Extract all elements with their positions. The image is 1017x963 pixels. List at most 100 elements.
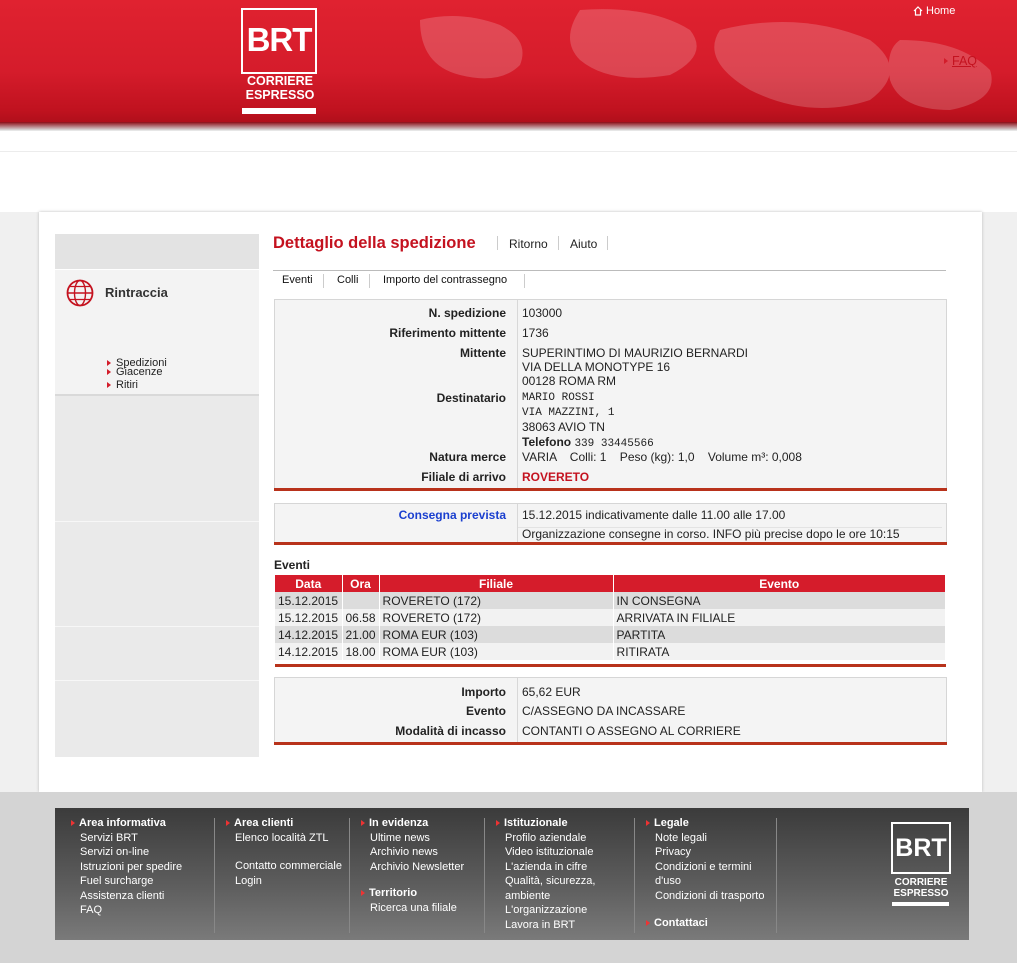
footer-heading[interactable]: In evidenza (361, 816, 485, 831)
footer-heading-label: In evidenza (369, 817, 429, 829)
sidebar-item-label: Ritiri (116, 379, 138, 391)
sidebar-divider (55, 395, 259, 396)
detail-value: SUPERINTIMO DI MAURIZIO BERNARDI VIA DEL… (522, 346, 748, 388)
home-link[interactable]: Home (913, 5, 955, 17)
bullet-arrow-icon (646, 920, 650, 927)
footer-link[interactable]: L'organizzazione (505, 903, 615, 918)
shipment-details-panel: N. spedizione 103000 Riferimento mittent… (274, 299, 947, 491)
footer-heading[interactable]: Legale (646, 816, 775, 831)
footer-divider (634, 818, 635, 933)
table-row: 14.12.2015 18.00 ROMA EUR (103) RITIRATA (275, 643, 947, 660)
footer-link[interactable]: Video istituzionale (505, 845, 615, 860)
brt-logo-line1: CORRIERE (247, 74, 313, 88)
footer-divider (349, 818, 350, 933)
panel-accent-bar (274, 488, 947, 491)
cell-data: 14.12.2015 (275, 643, 343, 660)
brt-logo-text: CORRIERE ESPRESSO (241, 74, 319, 102)
footer-link[interactable]: Ultime news (370, 831, 485, 846)
footer-link[interactable]: FAQ (80, 903, 220, 918)
brt-logo-line2: ESPRESSO (245, 88, 315, 102)
detail-value: 1736 (522, 326, 549, 340)
delivery-label: Consegna prevista (398, 508, 506, 522)
aiuto-link[interactable]: Aiuto (570, 237, 597, 251)
footer-link[interactable]: Servizi BRT (80, 831, 220, 846)
footer-link[interactable]: Contatto commerciale (235, 859, 350, 874)
cell-data: 14.12.2015 (275, 626, 343, 643)
footer-heading[interactable]: Area informativa (71, 816, 220, 831)
column-header-data: Data (275, 575, 343, 592)
footer-link[interactable]: Archivio Newsletter (370, 860, 485, 875)
link-separator (558, 236, 559, 250)
footer-heading[interactable]: Istituzionale (496, 816, 615, 831)
footer-heading-label: Area informativa (79, 817, 166, 829)
sidebar-item-label: Giacenze (116, 366, 163, 378)
footer-link[interactable]: Qualità, sicurezza, ambiente (505, 874, 615, 903)
footer-heading[interactable]: Contattaci (646, 916, 775, 931)
sidebar-item-ritiri[interactable]: Ritiri (107, 379, 138, 391)
tab-colli[interactable]: Colli (337, 274, 358, 286)
footer-link[interactable]: Ricerca una filiale (370, 901, 485, 916)
footer-link[interactable]: Profilo aziendale (505, 831, 615, 846)
bullet-arrow-icon (361, 890, 365, 897)
tab-eventi[interactable]: Eventi (282, 274, 313, 286)
bullet-arrow-icon (107, 369, 111, 375)
footer-brt-logo[interactable]: BRT CORRIERE ESPRESSO (891, 822, 951, 912)
cell-filiale: ROVERETO (172) (379, 609, 614, 626)
detail-value: ROVERETO (522, 470, 590, 484)
footer-heading[interactable]: Area clienti (226, 816, 350, 831)
footer-link[interactable]: Condizioni e termini d'uso (655, 860, 775, 889)
footer-divider (484, 818, 485, 933)
footer-link[interactable]: Fuel surcharge (80, 874, 220, 889)
footer-link[interactable]: Servizi on-line (80, 845, 220, 860)
faq-top-link[interactable]: FAQ (944, 54, 977, 68)
detail-label: Importo (461, 685, 506, 699)
footer-logo-mark: BRT (891, 822, 951, 874)
sidebar-divider (55, 626, 259, 627)
footer-logo-line2: ESPRESSO (893, 888, 949, 899)
title-separator (497, 236, 498, 250)
faq-label[interactable]: FAQ (952, 54, 977, 68)
cell-data: 15.12.2015 (275, 609, 343, 626)
footer-logo-underline (892, 902, 949, 906)
footer-heading-label: Istituzionale (504, 817, 568, 829)
detail-value: 103000 (522, 306, 563, 320)
footer-link[interactable]: Condizioni di trasporto (655, 889, 775, 904)
footer-link[interactable]: Privacy (655, 845, 775, 860)
panel-column-divider (517, 678, 518, 742)
cell-ora: 06.58 (342, 609, 380, 626)
tab-importo-contrassegno[interactable]: Importo del contrassegno (383, 274, 507, 286)
footer-link[interactable]: Assistenza clienti (80, 889, 220, 904)
ritorno-link[interactable]: Ritorno (509, 237, 548, 251)
cell-evento: ARRIVATA IN FILIALE (613, 609, 947, 626)
mittente-line3: 00128 ROMA RM (522, 374, 617, 388)
footer-link[interactable]: Lavora in BRT (505, 918, 615, 933)
events-header-row: Data Ora Filiale Evento (275, 575, 947, 592)
brt-logo[interactable]: BRT CORRIERE ESPRESSO (241, 8, 317, 116)
table-row: 15.12.2015 06.58 ROVERETO (172) ARRIVATA… (275, 609, 947, 626)
globe-icon (66, 279, 94, 307)
delivery-line1: 15.12.2015 indicativamente dalle 11.00 a… (522, 508, 786, 522)
footer-heading[interactable]: Territorio (361, 886, 485, 901)
column-header-ora: Ora (342, 575, 380, 592)
footer-col-istituzionale: Istituzionale Profilo aziendale Video is… (496, 816, 615, 933)
footer-logo-line1: CORRIERE (894, 877, 948, 888)
footer-link[interactable]: L'azienda in cifre (505, 860, 615, 875)
sidebar-item-giacenze[interactable]: Giacenze (107, 366, 162, 378)
brt-logo-underline (242, 108, 316, 114)
mittente-line1: SUPERINTIMO DI MAURIZIO BERNARDI (522, 346, 749, 360)
phone-value: 339 33445566 (574, 437, 654, 450)
bullet-arrow-icon (71, 820, 75, 827)
footer-link[interactable]: Login (235, 874, 350, 889)
detail-label: N. spedizione (428, 306, 506, 320)
footer-col-in-evidenza: In evidenza Ultime news Archivio news Ar… (361, 816, 485, 916)
footer-link[interactable]: Note legali (655, 831, 775, 846)
events-title: Eventi (274, 558, 311, 572)
bullet-arrow-icon (361, 820, 365, 827)
bullet-arrow-icon (496, 820, 500, 827)
column-header-evento: Evento (613, 575, 947, 592)
detail-label: Modalità di incasso (395, 724, 506, 738)
footer-link[interactable]: Archivio news (370, 845, 485, 860)
footer-link[interactable]: Istruzioni per spedire (80, 860, 220, 875)
footer-heading-label: Area clienti (234, 817, 294, 829)
footer-link[interactable]: Elenco località ZTL (235, 831, 350, 846)
